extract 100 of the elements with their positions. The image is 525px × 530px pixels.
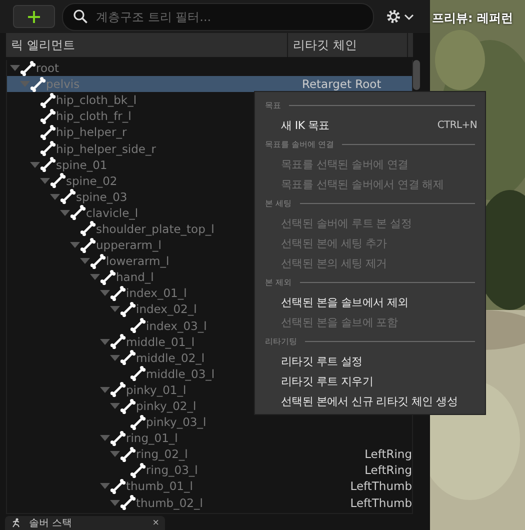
running-figure-icon	[11, 518, 21, 528]
solver-stack-tab[interactable]: 솔버 스택 ×	[5, 516, 165, 530]
bone-name: hip_helper_side_r	[56, 142, 156, 156]
bone-name: pinky_02_l	[136, 399, 196, 414]
bone-name: middle_03_l	[146, 366, 215, 381]
bone-name: ring_03_l	[146, 463, 198, 478]
bone-name: ring_01_l	[126, 431, 178, 446]
bone-icon	[100, 270, 116, 285]
bone-name: spine_01	[56, 158, 108, 172]
tree-row[interactable]: root	[7, 60, 412, 76]
plus-icon	[27, 10, 41, 24]
bone-icon	[40, 157, 56, 172]
bone-icon	[130, 414, 146, 430]
bone-icon	[120, 302, 136, 317]
shortcut-label: CTRL+N	[437, 120, 477, 130]
close-button[interactable]: ×	[152, 518, 159, 528]
bone-icon	[40, 141, 56, 156]
tree-row[interactable]: pinky_03_l	[7, 414, 412, 430]
expand-arrow-icon[interactable]	[100, 482, 110, 490]
expand-arrow-icon[interactable]	[30, 160, 40, 169]
expand-arrow-icon[interactable]	[110, 305, 120, 314]
bone-name: hip_helper_r	[56, 125, 127, 140]
search-field[interactable]: 계층구조 트리 필터...	[62, 2, 374, 30]
tree-row[interactable]: thumb_01_l LeftThumb	[7, 478, 412, 495]
bone-name: hip_cloth_bk_l	[56, 93, 137, 108]
expand-arrow-icon[interactable]	[100, 289, 110, 298]
bone-icon	[40, 108, 56, 124]
bone-name: clavicle_l	[86, 206, 138, 220]
bone-name: pinky_01_l	[126, 382, 186, 397]
gear-icon	[385, 8, 402, 25]
bone-icon	[60, 189, 76, 204]
expand-arrow-icon[interactable]	[110, 498, 120, 507]
bone-icon	[90, 254, 106, 269]
menu-section-heading: 리타기팅	[265, 336, 297, 347]
bone-icon	[110, 286, 126, 301]
menu-item[interactable]: 새 IK 목표 CTRL+N	[255, 115, 485, 135]
bone-name: root	[36, 61, 60, 76]
bone-name: spine_02	[66, 174, 118, 188]
bone-name: spine_03	[76, 190, 128, 204]
bone-icon	[120, 495, 136, 510]
bone-name: upperarm_l	[96, 238, 162, 252]
bone-icon	[130, 462, 146, 478]
bone-icon	[120, 446, 136, 462]
tree-row[interactable]: ring_02_l LeftRing	[7, 446, 412, 462]
expand-arrow-icon[interactable]	[100, 434, 110, 442]
menu-item[interactable]: 리타깃 루트 지우기	[255, 371, 485, 391]
bone-name: shoulder_plate_top_l	[96, 222, 214, 236]
bone-name: lowerarm_l	[106, 254, 170, 268]
menu-section-heading: 목표를 솔버에 연결	[265, 139, 334, 150]
expand-arrow-icon[interactable]	[40, 176, 50, 185]
search-icon	[73, 9, 88, 24]
expand-arrow-icon[interactable]	[70, 241, 80, 250]
scrollbar[interactable]	[413, 60, 420, 90]
chain-name: LeftThumb	[350, 479, 412, 494]
expand-arrow-icon[interactable]	[10, 64, 20, 72]
bone-name: hand_l	[116, 270, 154, 284]
menu-section-heading: 본 제외	[265, 277, 292, 288]
tree-row[interactable]: ring_03_l LeftRing	[7, 462, 412, 478]
expand-arrow-icon[interactable]	[80, 257, 90, 266]
menu-item[interactable]: 리타깃 루트 설정	[255, 351, 485, 371]
bone-icon	[110, 382, 126, 398]
menu-item[interactable]: 선택된 본을 솔브에서 제외	[255, 292, 485, 312]
expand-arrow-icon[interactable]	[110, 402, 120, 410]
column-header[interactable]: 리타깃 체인	[288, 33, 408, 57]
bone-name: ring_02_l	[136, 447, 188, 462]
expand-arrow-icon[interactable]	[60, 208, 70, 217]
bone-icon	[120, 350, 136, 366]
bone-icon	[120, 398, 136, 414]
bone-icon	[50, 173, 66, 188]
preview-title: 프리뷰: 레퍼런	[432, 10, 513, 27]
column-header[interactable]: 릭 엘리먼트	[6, 33, 288, 57]
expand-arrow-icon[interactable]	[110, 354, 120, 362]
menu-item[interactable]: 선택된 본에서 신규 리타깃 체인 생성	[255, 391, 485, 411]
bone-name: index_03_l	[146, 318, 207, 333]
tree-row[interactable]: ring_01_l	[7, 430, 412, 446]
bone-name: pinky_03_l	[146, 415, 206, 430]
bone-name: index_01_l	[126, 286, 187, 300]
expand-arrow-icon[interactable]	[110, 450, 120, 458]
chain-name: LeftRing	[364, 447, 412, 462]
bone-icon	[40, 92, 56, 108]
expand-arrow-icon[interactable]	[100, 386, 110, 394]
bone-icon	[110, 430, 126, 446]
bone-name: thumb_01_l	[126, 479, 193, 494]
bone-icon	[80, 221, 96, 236]
bone-icon	[130, 366, 146, 382]
bone-name: middle_01_l	[126, 334, 195, 349]
expand-arrow-icon[interactable]	[100, 338, 110, 346]
chain-name: LeftRing	[364, 463, 412, 478]
tree-row[interactable]: thumb_02_l LeftThumb	[7, 494, 412, 511]
bone-name: middle_02_l	[136, 350, 205, 365]
chevron-down-icon	[404, 12, 414, 20]
bone-name: index_02_l	[136, 302, 197, 316]
tree-row[interactable]: pelvis Retarget Root	[7, 76, 412, 92]
expand-arrow-icon[interactable]	[50, 192, 60, 201]
bone-icon	[80, 238, 96, 253]
add-button[interactable]	[13, 5, 55, 28]
bone-icon	[110, 478, 126, 494]
chain-name: Retarget Root	[302, 77, 382, 92]
bone-icon	[20, 60, 36, 76]
expand-arrow-icon[interactable]	[90, 273, 100, 282]
